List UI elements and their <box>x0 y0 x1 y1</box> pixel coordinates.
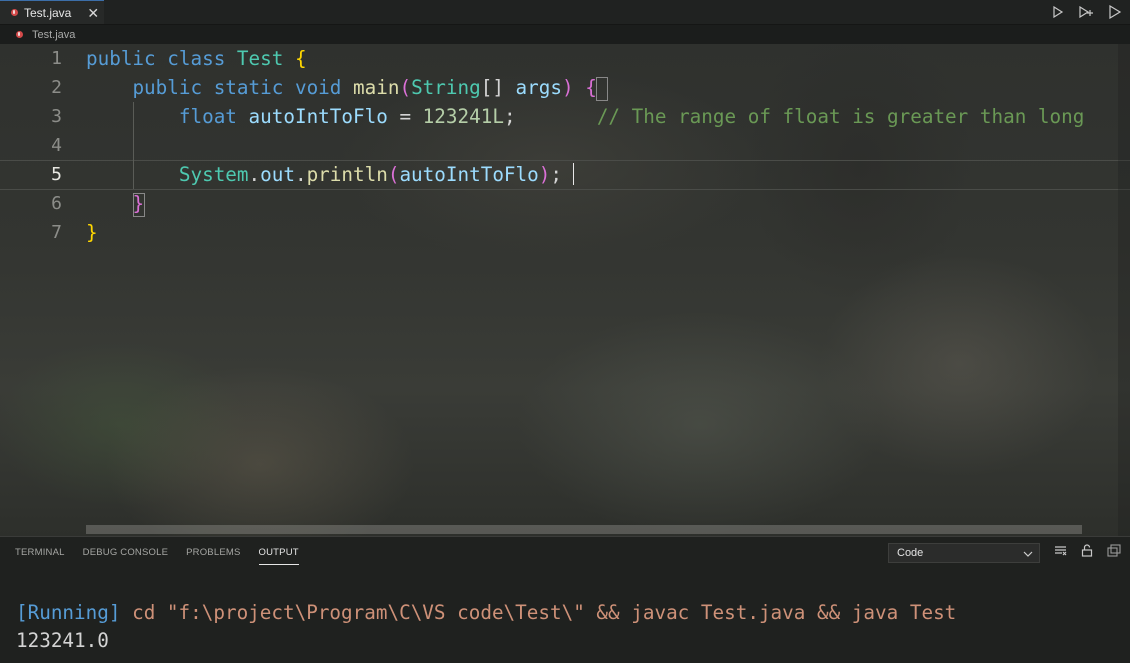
token-brace: } <box>132 192 145 215</box>
run-outline-icon[interactable] <box>1108 5 1122 19</box>
tab-terminal[interactable]: TERMINAL <box>15 537 65 569</box>
token-keyword: void <box>294 76 342 99</box>
tab-output[interactable]: OUTPUT <box>258 537 300 569</box>
output-source-select[interactable]: Code <box>888 543 1040 563</box>
token-brackets: [] <box>480 76 504 99</box>
run-split-icon[interactable] <box>1078 6 1094 18</box>
horizontal-scrollbar[interactable] <box>86 525 1082 534</box>
token-variable: args <box>515 76 562 99</box>
vertical-scrollbar[interactable] <box>1118 44 1130 536</box>
token-class: String <box>411 76 481 99</box>
bottom-panel: TERMINAL DEBUG CONSOLE PROBLEMS OUTPUT C… <box>0 536 1130 663</box>
lock-icon[interactable] <box>1081 544 1093 562</box>
chevron-down-icon <box>1023 544 1033 562</box>
java-file-icon <box>11 9 18 16</box>
token-paren: ( <box>387 163 400 186</box>
token-semicolon: ; <box>550 163 562 186</box>
output-result: 123241.0 <box>16 629 109 652</box>
token-keyword: public <box>86 47 156 70</box>
token-paren: ) <box>538 163 551 186</box>
code-line-1: public class Test { <box>86 44 307 73</box>
java-file-icon <box>16 31 23 38</box>
code-line-3: float autoIntToFlo = 123241L; // The ran… <box>86 102 1085 131</box>
token-paren: ( <box>399 76 412 99</box>
line-number: 7 <box>51 222 62 243</box>
token-comment: // The range of float is greater than lo… <box>596 105 1085 128</box>
token-operator: = <box>399 105 412 128</box>
tab-debug-console[interactable]: DEBUG CONSOLE <box>83 537 168 569</box>
line-number: 1 <box>51 48 62 69</box>
breadcrumb: Test.java <box>0 25 1130 44</box>
text-cursor <box>573 163 574 185</box>
token-keyword: static <box>213 76 284 99</box>
bracket-match-box <box>596 77 608 101</box>
token-keyword: float <box>178 105 237 128</box>
copy-icon[interactable] <box>1107 544 1121 562</box>
panel-tabs: TERMINAL DEBUG CONSOLE PROBLEMS OUTPUT <box>0 537 302 569</box>
code-line-2: public static void main(String[] args) { <box>86 73 597 102</box>
token-brace: { <box>294 47 307 70</box>
token-function: println <box>306 163 388 186</box>
token-dot: . <box>294 163 307 186</box>
code-line-6: } <box>86 189 144 218</box>
token-variable: autoIntToFlo <box>248 105 388 128</box>
token-number: 123241L <box>422 105 504 128</box>
token-semicolon: ; <box>503 105 516 128</box>
panel-actions <box>1054 543 1121 563</box>
code-line-7: } <box>86 218 98 247</box>
token-variable: autoIntToFlo <box>399 163 539 186</box>
token-function: main <box>353 76 400 99</box>
clear-output-icon[interactable] <box>1054 544 1067 562</box>
line-number: 3 <box>51 106 62 127</box>
code-line-5: System.out.println(autoIntToFlo); <box>86 160 562 189</box>
token-keyword: class <box>167 47 226 70</box>
editor-actions <box>1052 0 1122 24</box>
token-brace: { <box>585 76 597 99</box>
tab-test-java[interactable]: Test.java ✕ <box>0 0 104 24</box>
token-brace: } <box>86 221 98 244</box>
tab-label: Test.java <box>24 5 72 20</box>
close-icon[interactable]: ✕ <box>87 6 99 20</box>
line-number: 4 <box>51 135 62 156</box>
output-running-tag: [Running] <box>16 601 121 624</box>
token-variable: out <box>260 163 295 186</box>
token-class: Test <box>236 47 284 70</box>
line-number: 2 <box>51 77 62 98</box>
token-keyword: public <box>132 76 203 99</box>
tab-problems[interactable]: PROBLEMS <box>186 537 240 569</box>
line-number-active: 5 <box>51 164 62 185</box>
token-dot: . <box>248 163 261 186</box>
token-paren: ) <box>561 76 574 99</box>
editor-tab-bar: Test.java ✕ <box>0 0 1130 25</box>
output-content: [Running] cd "f:\project\Program\C\VS co… <box>16 599 956 655</box>
breadcrumb-file[interactable]: Test.java <box>32 29 75 41</box>
output-command: cd "f:\project\Program\C\VS code\Test\" … <box>132 601 957 624</box>
token-class: System <box>178 163 249 186</box>
code-editor[interactable]: 1 2 3 4 5 6 7 public class Test { public… <box>0 44 1130 536</box>
output-line: [Running] cd "f:\project\Program\C\VS co… <box>16 599 956 627</box>
line-number: 6 <box>51 193 62 214</box>
output-source-value: Code <box>897 547 924 559</box>
run-icon[interactable] <box>1052 6 1064 18</box>
